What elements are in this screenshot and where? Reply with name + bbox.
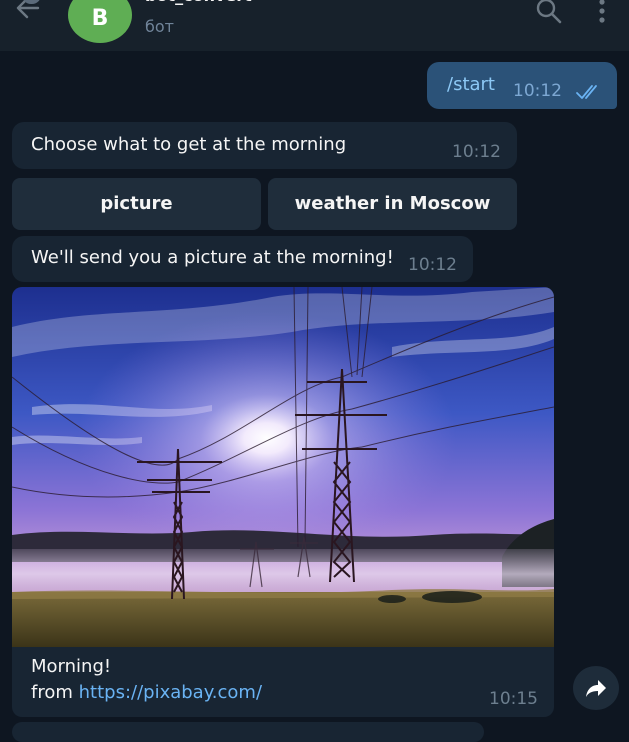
message-time: 10:12 xyxy=(452,142,501,162)
chat-title[interactable]: bot_convert xyxy=(145,0,252,5)
photo-caption-title: Morning! xyxy=(31,656,112,677)
message-text[interactable]: /start xyxy=(447,74,495,95)
more-vertical-icon[interactable] xyxy=(592,0,612,26)
message-time: 10:12 xyxy=(513,81,562,101)
message-text: Choose what to get at the morning xyxy=(31,134,347,155)
keyboard-button-picture[interactable]: picture xyxy=(12,178,261,230)
chat-header: 1 B bot_convert бот xyxy=(0,0,629,51)
chat-status: бот xyxy=(145,17,174,36)
pixabay-link[interactable]: https://pixabay.com/ xyxy=(79,682,262,703)
outgoing-message[interactable]: /start 10:12 xyxy=(427,62,617,109)
double-check-icon xyxy=(576,85,597,99)
avatar[interactable]: B xyxy=(68,0,132,43)
message-time: 10:12 xyxy=(408,255,457,275)
caption-from-label: from xyxy=(31,682,79,703)
search-icon[interactable] xyxy=(534,0,564,26)
power-lines-sunrise-photo[interactable] xyxy=(12,287,554,647)
next-message-peek xyxy=(12,722,484,742)
incoming-message[interactable]: Choose what to get at the morning 10:12 xyxy=(12,122,517,169)
keyboard-button-weather[interactable]: weather in Moscow xyxy=(268,178,517,230)
photo-caption-source: from https://pixabay.com/ xyxy=(31,682,262,703)
message-time: 10:15 xyxy=(489,689,538,709)
message-text: We'll send you a picture at the morning! xyxy=(31,247,394,268)
photo-message[interactable]: Morning! from https://pixabay.com/ 10:15 xyxy=(12,287,554,717)
forward-button[interactable] xyxy=(573,666,619,710)
forward-arrow-icon xyxy=(586,680,606,697)
incoming-message[interactable]: We'll send you a picture at the morning!… xyxy=(12,236,473,282)
